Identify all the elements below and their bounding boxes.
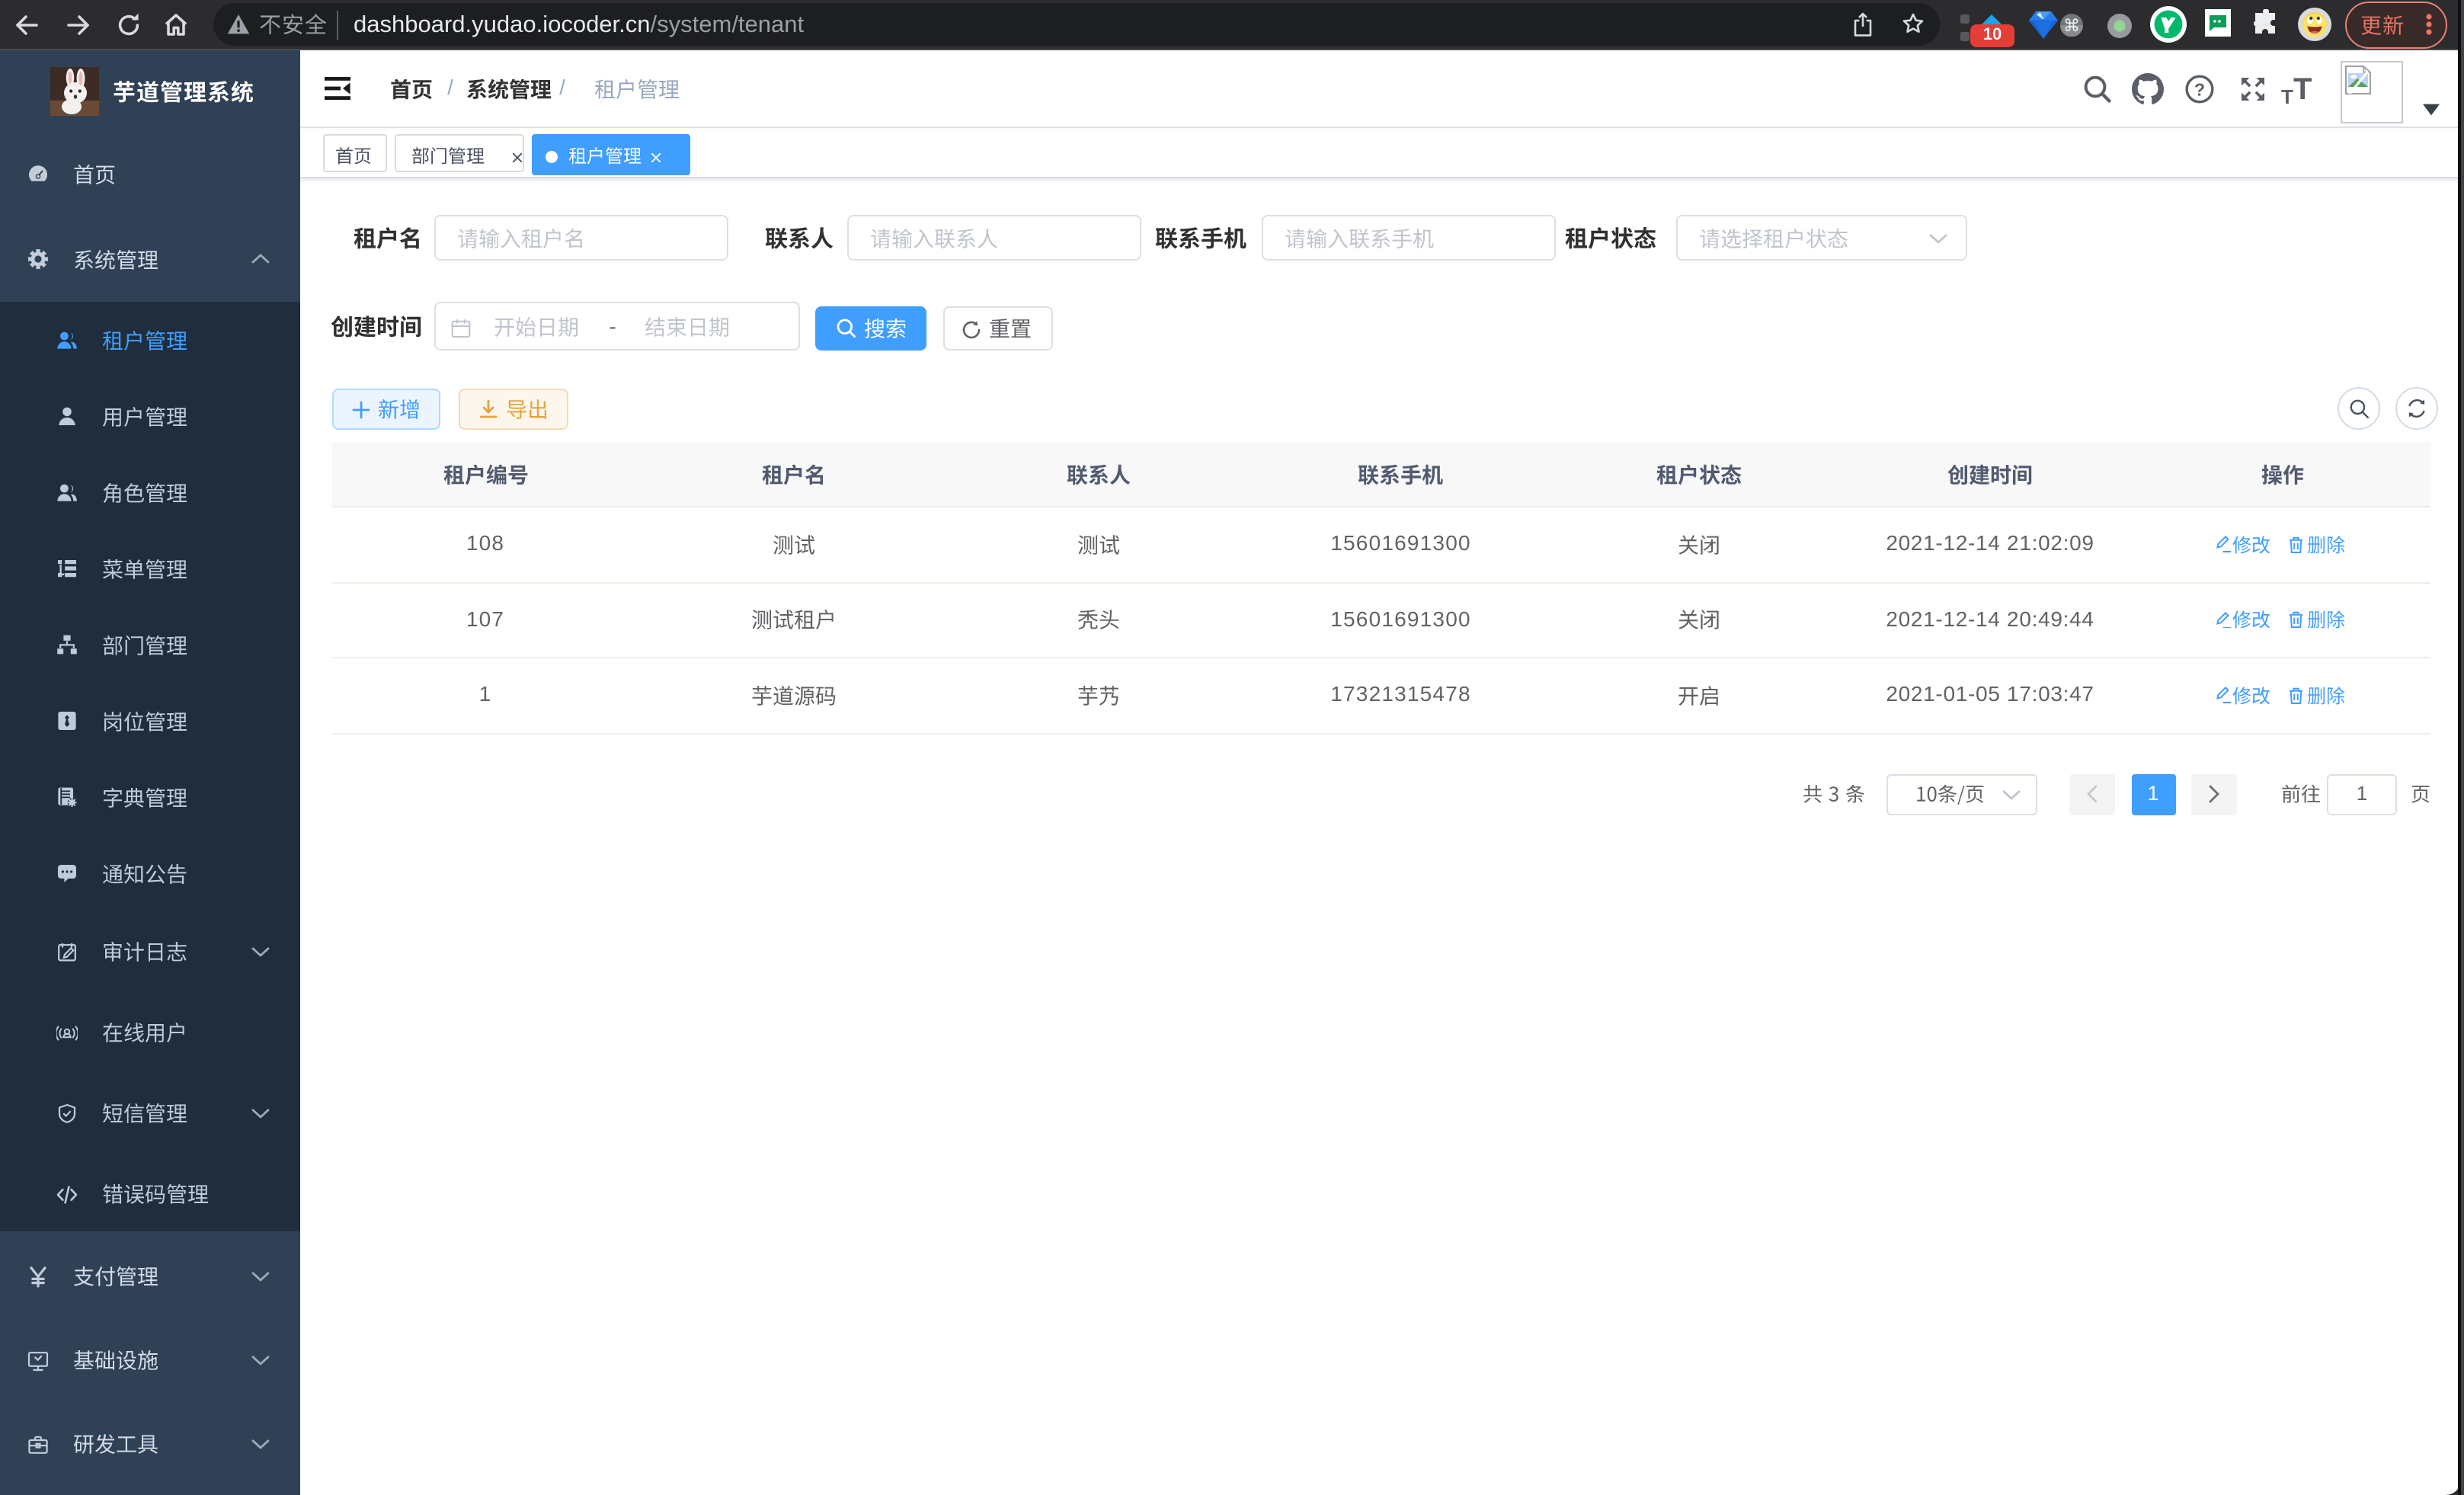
svg-text:?: ?: [2194, 79, 2205, 99]
svg-text:⌘: ⌘: [2062, 16, 2079, 35]
